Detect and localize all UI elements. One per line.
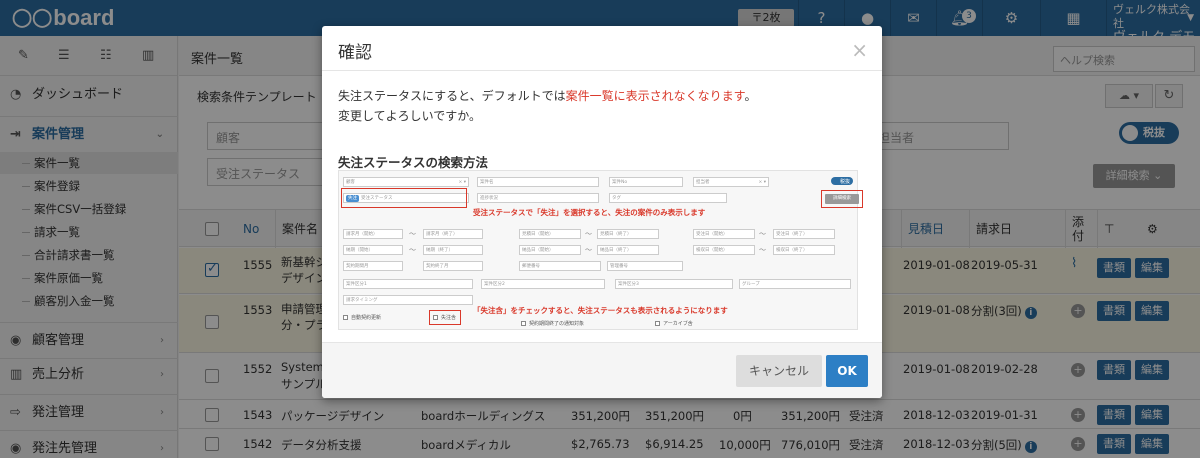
dialog-title: 確認: [338, 43, 372, 63]
note-status: 受注ステータスで「失注」を選択すると、失注の案件のみ表示します: [473, 208, 706, 217]
mini-checkbox: [655, 321, 660, 326]
mini-checkbox: [343, 315, 348, 320]
mini-field: 案件区分3: [615, 279, 733, 289]
mini-field: グループ: [739, 279, 851, 289]
mini-field: 請求月（開始）: [343, 229, 403, 239]
dialog-message: 失注ステータスにすると、デフォルトでは案件一覧に表示されなくなります。 変更して…: [338, 89, 757, 123]
mini-field: 郵便番号: [519, 261, 601, 271]
mini-project-name-field: 案件名: [477, 177, 599, 187]
tilde: ～: [585, 230, 592, 238]
tilde: ～: [585, 246, 592, 254]
highlight-box-status: [341, 188, 467, 208]
mini-field: 契約期間月: [343, 261, 403, 271]
highlight-box-lost: [429, 310, 461, 325]
mini-label: 自動契約更新: [351, 315, 382, 321]
mini-tax-toggle: 税抜: [831, 177, 853, 185]
mini-field: 検収日（終了）: [773, 245, 835, 255]
ok-button[interactable]: OK: [826, 355, 868, 387]
confirm-dialog: 確認 × 失注ステータスにすると、デフォルトでは案件一覧に表示されなくなります。…: [322, 26, 882, 398]
mini-field: 管理番号: [607, 261, 683, 271]
dialog-subtitle: 失注ステータスの検索方法: [338, 155, 489, 170]
mini-project-no-field: 案件No: [609, 177, 683, 187]
mini-owner-field: 担当者 × ▾: [693, 177, 769, 187]
mini-field: 見積日（開始）: [519, 229, 581, 239]
mini-customer-field: 顧客 × ▾: [343, 177, 469, 187]
mini-field: 請求月（終了）: [423, 229, 483, 239]
mini-tag-field: タグ: [609, 193, 727, 203]
divider: [322, 70, 882, 71]
mini-label: アーカイブ含: [663, 321, 693, 327]
dialog-footer: キャンセル OK: [322, 342, 882, 398]
mini-field: 案件区分2: [481, 279, 605, 289]
tilde: ～: [759, 246, 766, 254]
tilde: ～: [409, 246, 416, 254]
mini-label: 契約期間終了の通知対象: [529, 321, 585, 327]
mini-field: 納品日（終了）: [597, 245, 659, 255]
mini-field: 受注日（終了）: [773, 229, 835, 239]
mini-checkbox: [521, 321, 526, 326]
mini-caret-icon: × ▾: [458, 180, 466, 185]
mini-field: 納期（開始）: [343, 245, 403, 255]
cancel-button[interactable]: キャンセル: [736, 355, 822, 387]
mini-field: 請求タイミング: [343, 295, 473, 305]
tilde: ～: [759, 230, 766, 238]
mini-field: 契約終了月: [423, 261, 483, 271]
close-icon[interactable]: ×: [851, 38, 868, 62]
mini-field: 納期（終了）: [423, 245, 483, 255]
highlight-box-detail: [821, 190, 863, 208]
note-lost-included: 「失注含」をチェックすると、失注ステータスも表示されるようになります: [473, 306, 728, 315]
mini-field: 納品日（開始）: [519, 245, 581, 255]
mini-field: 見積日（終了）: [597, 229, 659, 239]
mini-progress-field: 進捗状況: [477, 193, 599, 203]
tilde: ～: [409, 230, 416, 238]
search-method-illustration: 顧客 × ▾ 案件名 案件No 担当者 × ▾ 税抜 失注 受注ステータス 進捗状況 …: [338, 170, 863, 330]
mini-field: 検収日（開始）: [693, 245, 755, 255]
mini-caret-icon: × ▾: [758, 180, 766, 185]
mini-field: 案件区分1: [343, 279, 473, 289]
mini-field: 受注日（開始）: [693, 229, 755, 239]
